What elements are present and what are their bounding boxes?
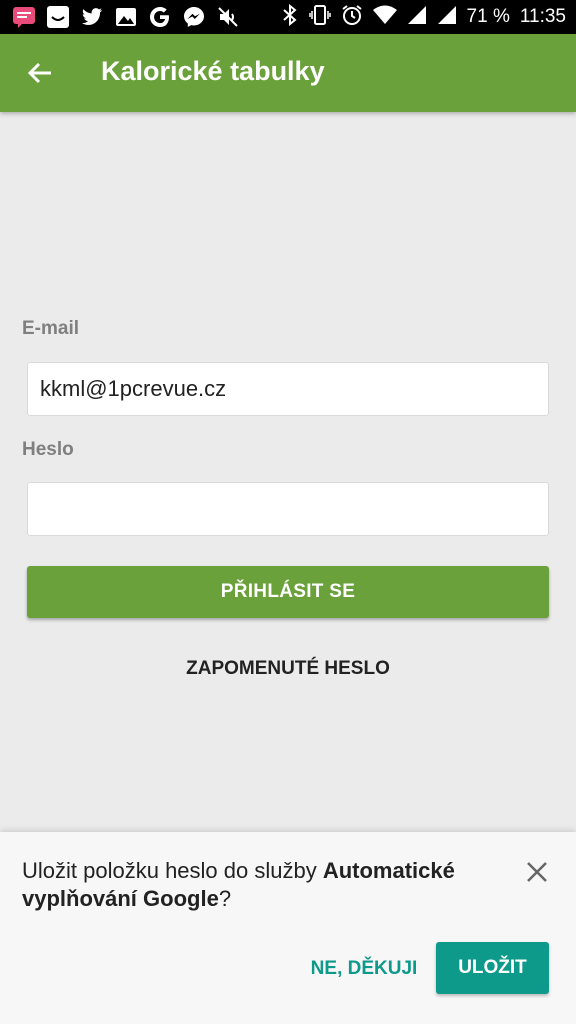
close-button[interactable] (518, 852, 556, 892)
twitter-icon (80, 5, 104, 29)
arrow-back-icon (27, 62, 51, 84)
login-button[interactable]: PŘIHLÁSIT SE (27, 566, 549, 618)
autofill-save-sheet: Uložit položku heslo do služby Automatic… (0, 832, 576, 1024)
google-icon (148, 5, 172, 29)
autofill-prompt-text: Uložit položku heslo do služby Automatic… (22, 857, 492, 913)
password-field[interactable] (27, 482, 549, 536)
signal-icon (437, 5, 457, 30)
save-button[interactable]: ULOŽIT (436, 942, 549, 994)
status-right-group: 71 % 11:35 (281, 0, 566, 34)
battery-percentage: 71 % (466, 6, 510, 27)
mute-icon (216, 5, 240, 29)
wifi-icon (372, 5, 397, 30)
back-button[interactable] (18, 51, 62, 95)
autofill-prompt-prefix: Uložit položku heslo do služby (22, 858, 323, 883)
messenger-icon (182, 5, 206, 29)
message-app-icon (12, 5, 36, 29)
gallery-icon (114, 5, 138, 29)
close-icon (527, 862, 547, 882)
clock: 11:35 (519, 6, 566, 27)
email-field[interactable]: kkml@1pcrevue.cz (27, 362, 549, 416)
page-title: Kalorické tabulky (101, 56, 325, 86)
app-bar: Kalorické tabulky (0, 34, 576, 112)
email-label: E-mail (22, 318, 80, 339)
signal-icon (407, 5, 427, 30)
vibrate-icon (308, 4, 331, 31)
bluetooth-icon (281, 3, 299, 31)
decline-button[interactable]: NE, DĚKUJI (300, 944, 428, 994)
password-label: Heslo (22, 439, 74, 460)
notification-face-icon (46, 5, 70, 29)
autofill-prompt-suffix: ? (218, 886, 232, 911)
forgot-password-link[interactable]: ZAPOMENUTÉ HESLO (0, 658, 576, 680)
status-bar: 71 % 11:35 (0, 0, 576, 34)
alarm-icon (341, 4, 363, 31)
